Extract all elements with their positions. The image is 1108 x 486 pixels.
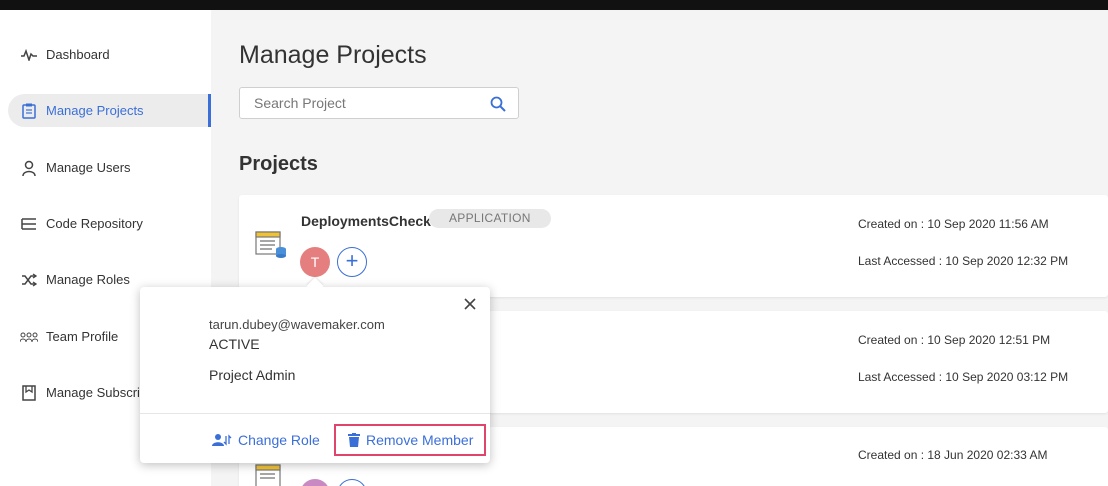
- change-role-label: Change Role: [238, 432, 320, 448]
- created-on-text: Created on : 18 Jun 2020 02:33 AM: [858, 448, 1048, 462]
- remove-member-button[interactable]: Remove Member: [334, 424, 486, 456]
- change-role-button[interactable]: Change Role: [212, 424, 320, 456]
- member-status: ACTIVE: [209, 336, 260, 352]
- user-switch-icon: [212, 434, 232, 446]
- sidebar-item-label: Team Profile: [46, 329, 119, 344]
- close-icon[interactable]: [462, 296, 478, 312]
- activity-icon: [20, 46, 38, 64]
- remove-member-label: Remove Member: [366, 432, 474, 448]
- project-card[interactable]: DeploymentsCheck APPLICATION T + Created…: [239, 195, 1108, 297]
- created-on-text: Created on : 10 Sep 2020 12:51 PM: [858, 333, 1051, 347]
- last-accessed-text: Last Accessed : 10 Sep 2020 03:12 PM: [858, 370, 1069, 384]
- database-icon: [20, 215, 38, 233]
- member-avatar[interactable]: [300, 479, 330, 486]
- member-avatar[interactable]: T: [300, 247, 330, 277]
- sidebar-item-code-repository[interactable]: Code Repository: [8, 207, 211, 240]
- add-member-button[interactable]: [337, 479, 367, 486]
- bookmark-icon: [20, 384, 38, 402]
- top-bar: [0, 0, 1108, 10]
- project-app-icon: [255, 230, 287, 260]
- add-member-button[interactable]: +: [337, 247, 367, 277]
- sidebar-item-label: Code Repository: [46, 216, 143, 231]
- user-icon: [20, 159, 38, 177]
- sidebar-item-dashboard[interactable]: Dashboard: [8, 38, 211, 71]
- created-on-text: Created on : 10 Sep 2020 11:56 AM: [858, 217, 1049, 231]
- project-app-icon: [255, 463, 287, 486]
- clipboard-icon: [20, 102, 38, 120]
- divider: [140, 413, 490, 414]
- sidebar-item-label: Manage Users: [46, 160, 131, 175]
- sidebar-item-manage-projects[interactable]: Manage Projects: [8, 94, 211, 127]
- project-type-badge: APPLICATION: [429, 209, 551, 228]
- shuffle-icon: [20, 271, 38, 289]
- member-popover: tarun.dubey@wavemaker.com ACTIVE Project…: [140, 287, 490, 463]
- sidebar-item-label: Dashboard: [46, 47, 110, 62]
- search-icon[interactable]: [490, 96, 506, 112]
- member-role: Project Admin: [209, 367, 296, 383]
- trash-icon: [348, 433, 360, 447]
- sidebar-item-manage-users[interactable]: Manage Users: [8, 151, 211, 184]
- search-input[interactable]: [240, 88, 470, 118]
- section-title: Projects: [239, 153, 318, 175]
- page-title: Manage Projects: [239, 41, 427, 69]
- member-email: tarun.dubey@wavemaker.com: [209, 317, 385, 332]
- team-icon: [20, 328, 38, 346]
- sidebar-item-label: Manage Subscri: [46, 385, 140, 400]
- last-accessed-text: Last Accessed : 10 Sep 2020 12:32 PM: [858, 254, 1069, 268]
- search-box: [239, 87, 519, 119]
- sidebar-item-label: Manage Projects: [46, 103, 144, 118]
- sidebar-item-label: Manage Roles: [46, 272, 130, 287]
- project-name[interactable]: DeploymentsCheck: [301, 213, 431, 229]
